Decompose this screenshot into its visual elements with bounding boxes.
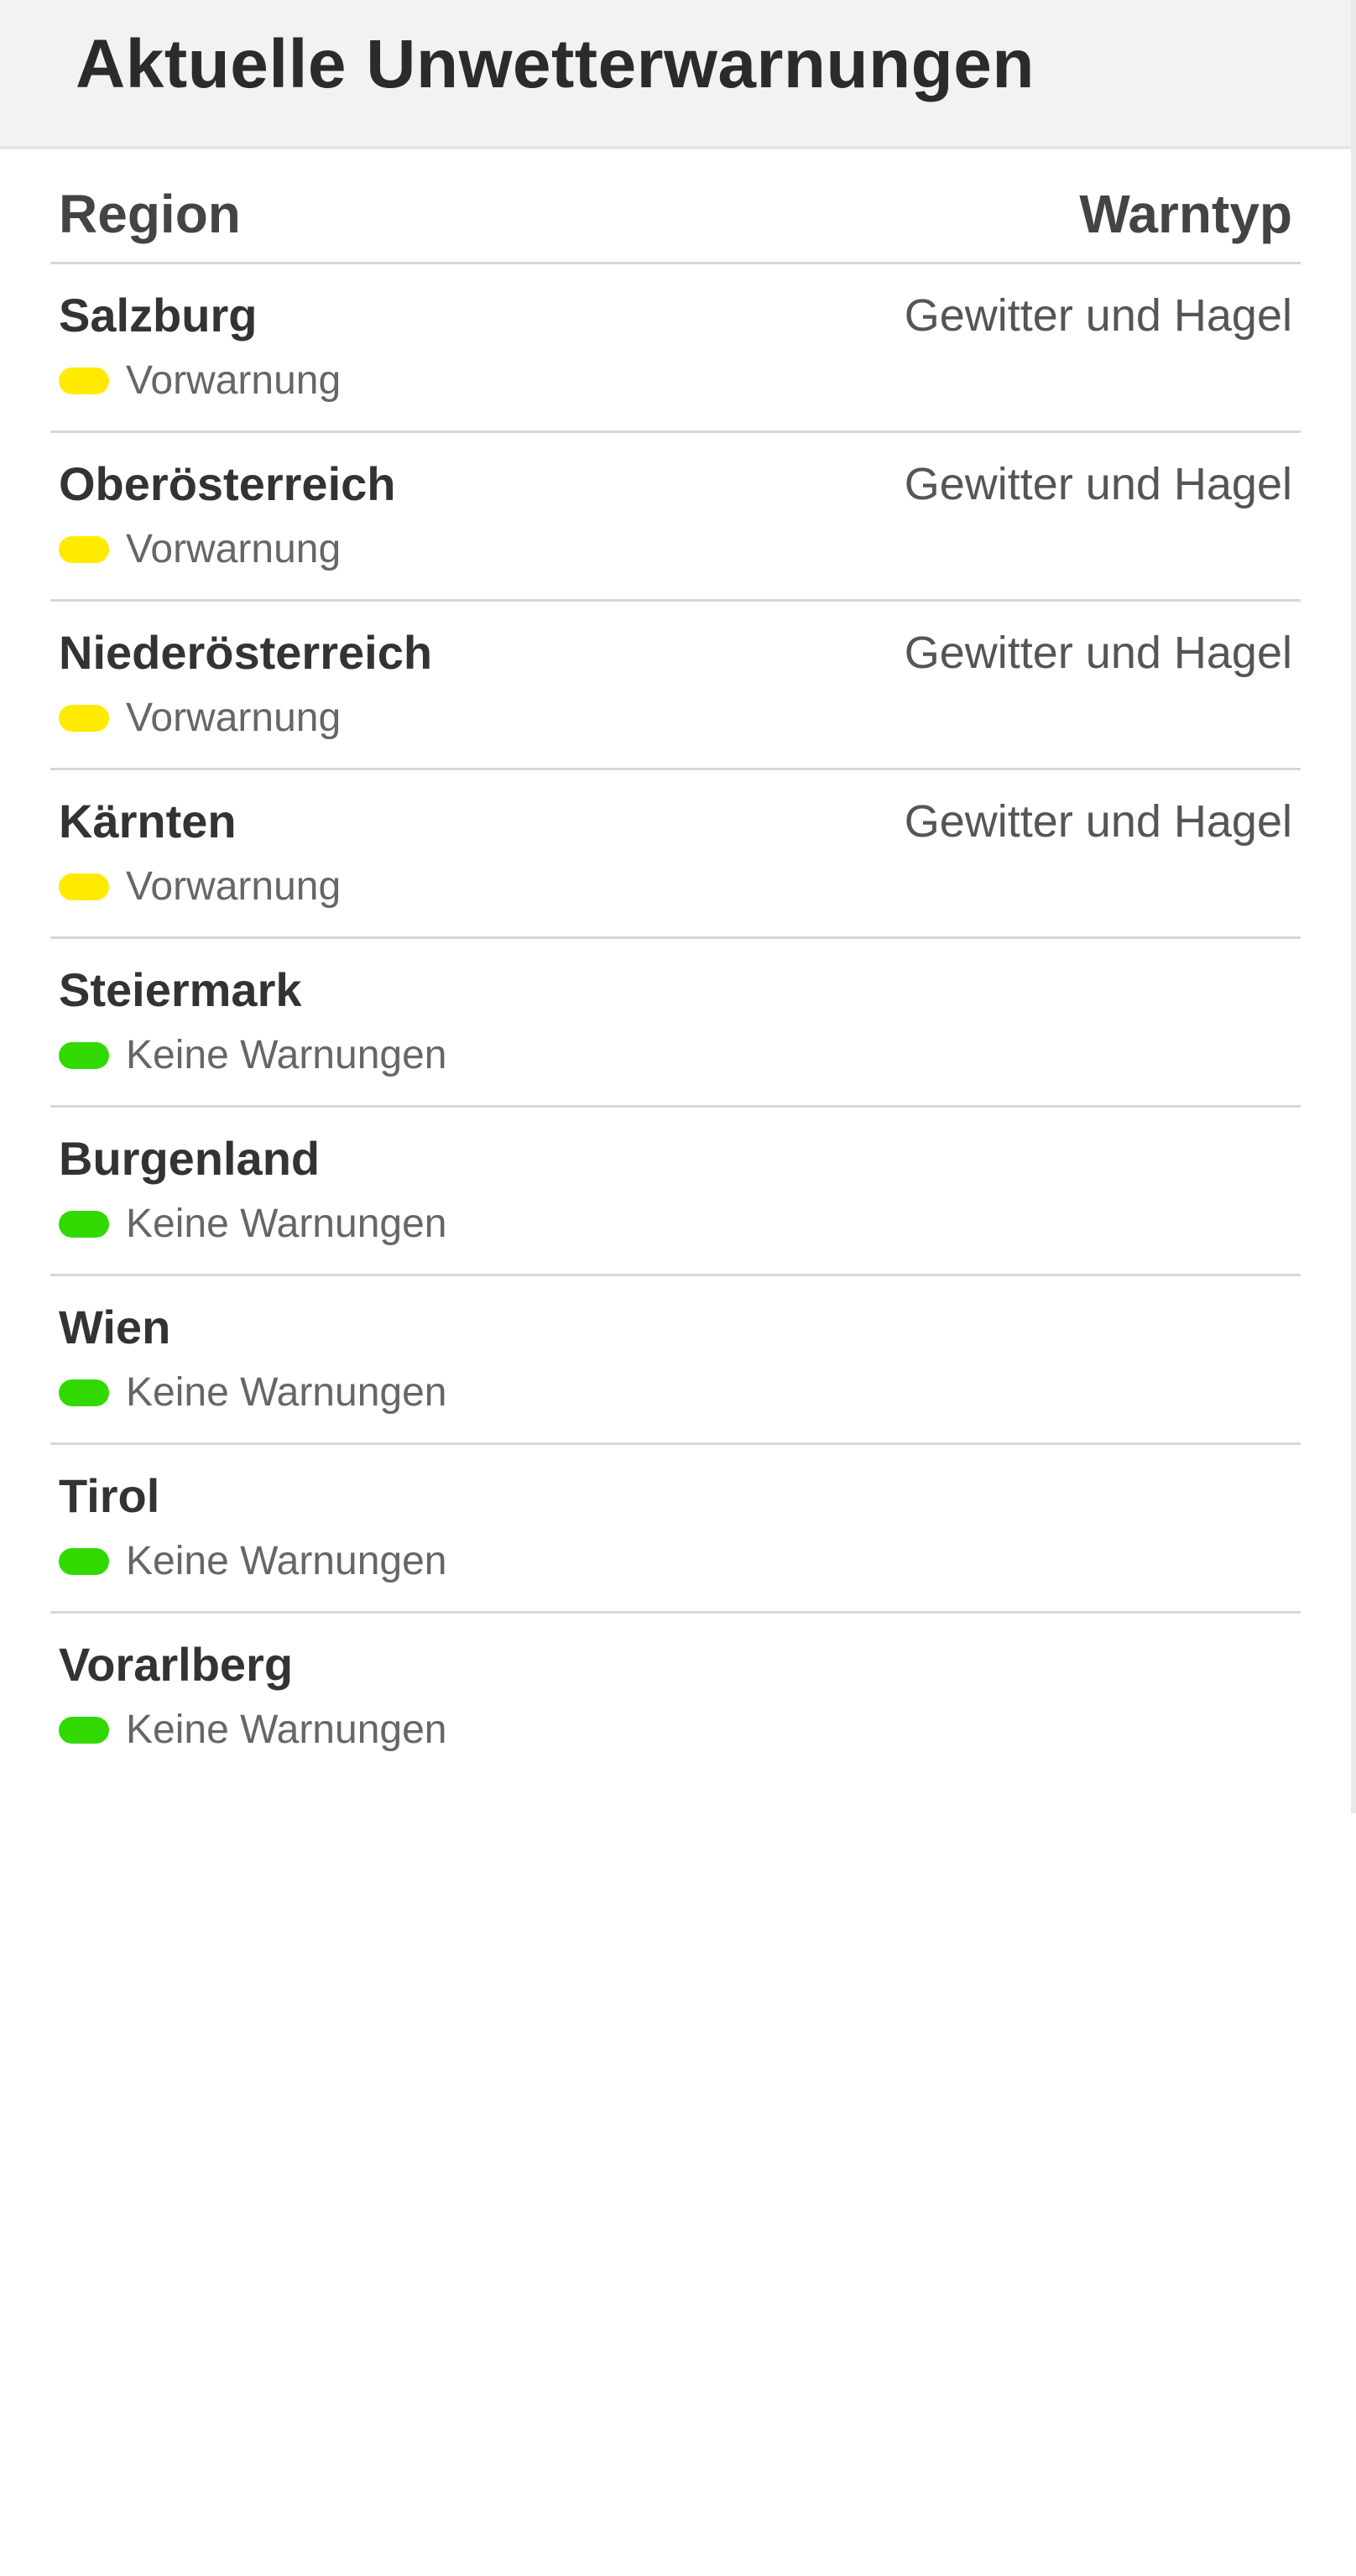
weather-warnings-panel: Aktuelle Unwetterwarnungen Region Warnty… bbox=[0, 0, 1356, 1813]
table-row[interactable]: Tirol Keine Warnungen bbox=[50, 1445, 1301, 1614]
table-row[interactable]: Kärnten Vorwarnung Gewitter und Hagel bbox=[50, 770, 1301, 939]
region-name: Steiermark bbox=[59, 962, 446, 1017]
status-text: Keine Warnungen bbox=[126, 1201, 446, 1247]
status-line: Keine Warnungen bbox=[59, 1707, 446, 1753]
region-cell: Wien Keine Warnungen bbox=[59, 1300, 446, 1416]
region-name: Burgenland bbox=[59, 1131, 446, 1186]
region-cell: Burgenland Keine Warnungen bbox=[59, 1131, 446, 1247]
table-row[interactable]: Steiermark Keine Warnungen bbox=[50, 939, 1301, 1108]
table-row[interactable]: Wien Keine Warnungen bbox=[50, 1276, 1301, 1445]
status-line: Keine Warnungen bbox=[59, 1032, 446, 1078]
column-header-warntyp: Warntyp bbox=[1079, 183, 1292, 245]
status-text: Keine Warnungen bbox=[126, 1538, 446, 1584]
warn-type: Gewitter und Hagel bbox=[905, 456, 1292, 514]
status-line: Keine Warnungen bbox=[59, 1369, 446, 1416]
panel-header: Aktuelle Unwetterwarnungen bbox=[0, 0, 1351, 149]
panel-body: Region Warntyp Salzburg Vorwarnung Gewit… bbox=[0, 149, 1351, 1813]
status-pill-icon bbox=[59, 1548, 109, 1575]
status-pill-icon bbox=[59, 1379, 109, 1406]
warn-type: Gewitter und Hagel bbox=[905, 288, 1292, 345]
status-text: Keine Warnungen bbox=[126, 1369, 446, 1416]
region-name: Tirol bbox=[59, 1468, 446, 1523]
status-line: Vorwarnung bbox=[59, 357, 341, 404]
region-cell: Oberösterreich Vorwarnung bbox=[59, 456, 396, 572]
column-headers: Region Warntyp bbox=[50, 183, 1301, 264]
region-name: Kärnten bbox=[59, 794, 341, 848]
table-row[interactable]: Vorarlberg Keine Warnungen bbox=[50, 1614, 1301, 1780]
region-name: Oberösterreich bbox=[59, 456, 396, 511]
region-name: Niederösterreich bbox=[59, 625, 432, 680]
warn-type: Gewitter und Hagel bbox=[905, 794, 1292, 851]
region-cell: Niederösterreich Vorwarnung bbox=[59, 625, 432, 741]
status-line: Vorwarnung bbox=[59, 526, 396, 572]
status-pill-icon bbox=[59, 1042, 109, 1069]
status-line: Vorwarnung bbox=[59, 863, 341, 910]
region-cell: Vorarlberg Keine Warnungen bbox=[59, 1637, 446, 1753]
status-line: Keine Warnungen bbox=[59, 1538, 446, 1584]
region-name: Vorarlberg bbox=[59, 1637, 446, 1692]
status-text: Keine Warnungen bbox=[126, 1707, 446, 1753]
column-header-region: Region bbox=[59, 183, 241, 245]
table-row[interactable]: Niederösterreich Vorwarnung Gewitter und… bbox=[50, 602, 1301, 770]
status-line: Keine Warnungen bbox=[59, 1201, 446, 1247]
table-row[interactable]: Burgenland Keine Warnungen bbox=[50, 1108, 1301, 1276]
region-name: Salzburg bbox=[59, 288, 341, 342]
status-text: Vorwarnung bbox=[126, 695, 341, 741]
region-cell: Tirol Keine Warnungen bbox=[59, 1468, 446, 1584]
status-text: Vorwarnung bbox=[126, 863, 341, 910]
warn-type: Gewitter und Hagel bbox=[905, 625, 1292, 682]
status-text: Vorwarnung bbox=[126, 526, 341, 572]
table-row[interactable]: Oberösterreich Vorwarnung Gewitter und H… bbox=[50, 433, 1301, 602]
status-pill-icon bbox=[59, 873, 109, 900]
status-pill-icon bbox=[59, 368, 109, 394]
status-pill-icon bbox=[59, 1717, 109, 1744]
status-pill-icon bbox=[59, 705, 109, 732]
status-text: Vorwarnung bbox=[126, 357, 341, 404]
status-text: Keine Warnungen bbox=[126, 1032, 446, 1078]
region-cell: Steiermark Keine Warnungen bbox=[59, 962, 446, 1078]
region-name: Wien bbox=[59, 1300, 446, 1354]
status-pill-icon bbox=[59, 1211, 109, 1238]
region-cell: Kärnten Vorwarnung bbox=[59, 794, 341, 910]
panel-title: Aktuelle Unwetterwarnungen bbox=[76, 25, 1301, 104]
table-row[interactable]: Salzburg Vorwarnung Gewitter und Hagel bbox=[50, 264, 1301, 433]
status-line: Vorwarnung bbox=[59, 695, 432, 741]
region-cell: Salzburg Vorwarnung bbox=[59, 288, 341, 404]
status-pill-icon bbox=[59, 536, 109, 563]
